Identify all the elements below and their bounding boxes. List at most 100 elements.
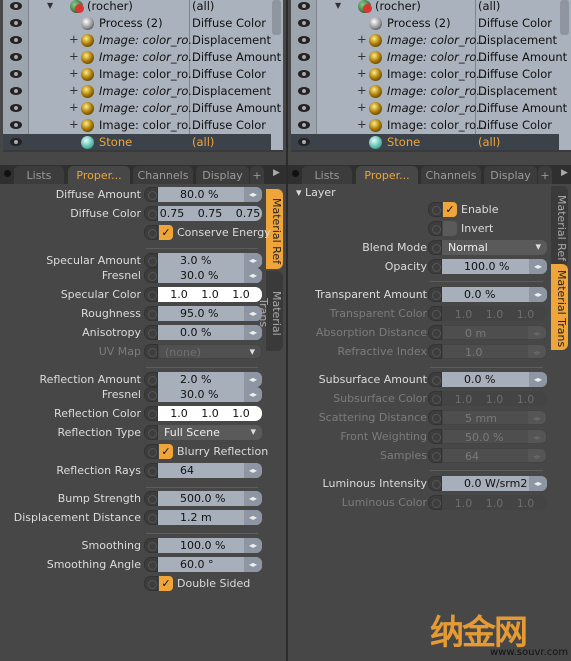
tab-channels[interactable]: Channels <box>133 166 193 184</box>
eye-icon[interactable] <box>298 53 310 61</box>
uv-map-animate-toggle[interactable] <box>144 344 158 359</box>
transparent-amount-animate-toggle[interactable] <box>428 287 442 302</box>
outliner-row[interactable]: ▼ (rocher) (all) <box>291 0 559 15</box>
expand-plus-icon[interactable]: + <box>357 117 367 131</box>
outliner-row[interactable]: + Image: color_ro... Displacement <box>3 83 271 100</box>
outliner-row[interactable]: + Image: color_ro... Diffuse Amount <box>3 100 281 117</box>
outliner-scrollbar[interactable] <box>272 0 281 35</box>
tab-add[interactable]: + <box>250 166 264 184</box>
diffuse-amount-input[interactable]: 80.0 % <box>158 187 262 202</box>
subsurface-amount-animate-toggle[interactable] <box>428 372 442 387</box>
expand-plus-icon[interactable]: + <box>357 83 367 97</box>
bump-strength-animate-toggle[interactable] <box>144 491 158 506</box>
fresnel-input[interactable]: 30.0 % <box>158 268 262 283</box>
samples-animate-toggle[interactable] <box>428 448 442 463</box>
outliner-row[interactable]: ▼ (rocher) (all) <box>3 0 271 15</box>
eye-icon[interactable] <box>298 2 310 10</box>
scattering-distance-animate-toggle[interactable] <box>428 410 442 425</box>
luminous-color-color-field[interactable]: 1.0 1.0 1.0 <box>442 495 547 510</box>
expand-plus-icon[interactable]: + <box>357 100 367 114</box>
specular-color-color-field[interactable]: 1.0 1.0 1.0 <box>158 287 262 302</box>
eye-icon[interactable] <box>10 19 22 27</box>
expand-plus-icon[interactable]: + <box>69 117 79 131</box>
enable-animate-toggle[interactable] <box>428 202 442 217</box>
luminous-intensity-input[interactable]: 0.0 W/srm2 <box>442 476 547 491</box>
double-sided-checkbox[interactable]: ✓ <box>159 576 173 591</box>
double-sided-animate-toggle[interactable] <box>144 576 158 591</box>
displacement-distance-animate-toggle[interactable] <box>144 510 158 525</box>
transparent-color-animate-toggle[interactable] <box>428 306 442 321</box>
anisotropy-input[interactable]: 0.0 % <box>158 325 262 340</box>
tab-lists[interactable]: Lists <box>14 166 64 184</box>
uv-map-dropdown[interactable]: (none) <box>158 344 262 359</box>
fresnel-input[interactable]: 30.0 % <box>158 387 262 402</box>
roughness-input[interactable]: 95.0 % <box>158 306 262 321</box>
outliner-row[interactable]: Process (2) Diffuse Color <box>3 15 271 32</box>
outliner-row[interactable]: + Image: color_ro... Diffuse Color <box>291 66 559 83</box>
refractive-index-animate-toggle[interactable] <box>428 344 442 359</box>
eye-icon[interactable] <box>298 104 310 112</box>
eye-icon[interactable] <box>298 138 310 146</box>
enable-checkbox[interactable]: ✓ <box>443 202 457 217</box>
subsurface-amount-input[interactable]: 0.0 % <box>442 372 547 387</box>
reflection-rays-animate-toggle[interactable] <box>144 463 158 478</box>
roughness-animate-toggle[interactable] <box>144 306 158 321</box>
vertical-tab-material-trans[interactable]: Material Trans <box>551 264 568 350</box>
subsurface-color-animate-toggle[interactable] <box>428 391 442 406</box>
tab-scroll-right-icon[interactable]: ▶ <box>561 168 568 178</box>
tab-menu-icon[interactable] <box>292 170 299 177</box>
tab-add[interactable]: + <box>538 166 552 184</box>
expand-plus-icon[interactable]: + <box>357 66 367 80</box>
refractive-index-input[interactable]: 1.0 <box>442 344 547 359</box>
eye-icon[interactable] <box>10 70 22 78</box>
outliner-row[interactable]: + Image: color_ro... Displacement <box>291 83 559 100</box>
tab-channels[interactable]: Channels <box>421 166 481 184</box>
opacity-animate-toggle[interactable] <box>428 259 442 274</box>
front-weighting-animate-toggle[interactable] <box>428 429 442 444</box>
eye-icon[interactable] <box>10 104 22 112</box>
layer-section-header[interactable]: ▾ Layer <box>296 186 336 199</box>
front-weighting-input[interactable]: 50.0 % <box>442 429 547 444</box>
diffuse-color-color-field[interactable]: 0.75 0.75 0.75 <box>158 206 262 221</box>
fresnel-animate-toggle[interactable] <box>144 268 158 283</box>
outliner-row[interactable]: + Image: color_ro... Diffuse Color <box>291 117 559 134</box>
expand-plus-icon[interactable]: + <box>69 49 79 63</box>
anisotropy-animate-toggle[interactable] <box>144 325 158 340</box>
expand-plus-icon[interactable]: + <box>69 32 79 46</box>
reflection-rays-input[interactable]: 64 <box>158 463 262 478</box>
absorption-distance-input[interactable]: 0 m <box>442 325 547 340</box>
outliner-row[interactable]: + Image: color_ro... Diffuse Amount <box>3 49 281 66</box>
outliner-row[interactable]: Stone (all) <box>291 134 559 150</box>
vertical-tab-material-trans[interactable]: Material Trans <box>257 271 283 351</box>
outliner-row[interactable]: Process (2) Diffuse Color <box>291 15 559 32</box>
reflection-type-dropdown[interactable]: Full Scene <box>158 425 262 440</box>
tab-display[interactable]: Display <box>196 166 249 184</box>
outliner-row[interactable]: + Image: color_ro... Diffuse Color <box>3 117 271 134</box>
absorption-distance-animate-toggle[interactable] <box>428 325 442 340</box>
invert-animate-toggle[interactable] <box>428 221 442 236</box>
specular-color-animate-toggle[interactable] <box>144 287 158 302</box>
tab-proper[interactable]: Proper... <box>356 166 418 184</box>
invert-checkbox[interactable] <box>443 221 457 236</box>
conserve-energy-checkbox[interactable]: ✓ <box>159 225 173 240</box>
bump-strength-input[interactable]: 500.0 % <box>158 491 262 506</box>
blurry-reflection-checkbox[interactable]: ✓ <box>159 444 173 459</box>
blend-mode-dropdown[interactable]: Normal <box>442 240 547 255</box>
luminous-color-animate-toggle[interactable] <box>428 495 442 510</box>
expand-plus-icon[interactable]: + <box>357 49 367 63</box>
fresnel-animate-toggle[interactable] <box>144 387 158 402</box>
blurry-reflection-animate-toggle[interactable] <box>144 444 158 459</box>
subsurface-color-color-field[interactable]: 1.0 1.0 1.0 <box>442 391 547 406</box>
outliner-row[interactable]: + Image: color_ro... Diffuse Amount <box>291 100 567 117</box>
tab-lists[interactable]: Lists <box>302 166 352 184</box>
luminous-intensity-animate-toggle[interactable] <box>428 476 442 491</box>
eye-icon[interactable] <box>10 121 22 129</box>
expand-triangle-icon[interactable]: ▼ <box>47 1 53 10</box>
outliner-scrollbar[interactable] <box>560 0 569 35</box>
eye-icon[interactable] <box>298 121 310 129</box>
eye-icon[interactable] <box>10 36 22 44</box>
outliner-row[interactable]: + Image: color_ro... Diffuse Color <box>3 66 271 83</box>
diffuse-amount-animate-toggle[interactable] <box>144 187 158 202</box>
tab-scroll-right-icon[interactable]: ▶ <box>273 168 280 178</box>
eye-icon[interactable] <box>298 70 310 78</box>
